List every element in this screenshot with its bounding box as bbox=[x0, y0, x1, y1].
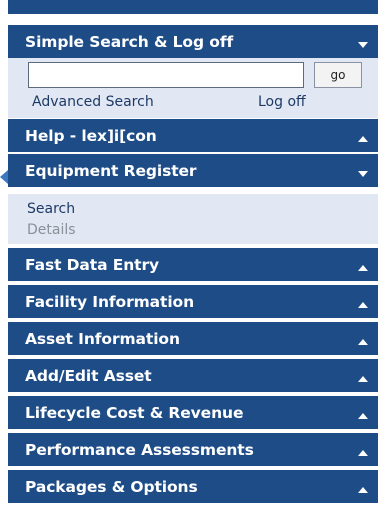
go-button[interactable]: go bbox=[314, 62, 362, 88]
chevron-up-icon[interactable] bbox=[358, 135, 368, 143]
top-strip bbox=[8, 0, 378, 15]
section-header-label: Help - lex]i[con bbox=[25, 127, 157, 145]
section-header-lifecycle-cost-revenue[interactable]: Lifecycle Cost & Revenue bbox=[8, 395, 378, 429]
section-header-label: Asset Information bbox=[25, 330, 180, 348]
chevron-up-icon[interactable] bbox=[358, 301, 368, 309]
simple-search-header-label: Simple Search & Log off bbox=[25, 33, 234, 51]
chevron-down-icon[interactable] bbox=[358, 170, 368, 178]
chevron-down-icon[interactable] bbox=[358, 41, 368, 49]
section-header-fast-data-entry[interactable]: Fast Data Entry bbox=[8, 247, 378, 281]
section-header-equipment-register[interactable]: Equipment Register bbox=[8, 153, 378, 187]
simple-search-panel: go Advanced Search Log off bbox=[8, 58, 378, 118]
section-header-label: Facility Information bbox=[25, 293, 195, 311]
chevron-up-icon[interactable] bbox=[358, 375, 368, 383]
section-header-add-edit-asset[interactable]: Add/Edit Asset bbox=[8, 358, 378, 392]
section-header-label: Performance Assessments bbox=[25, 441, 254, 459]
search-input[interactable] bbox=[28, 62, 304, 88]
section-header-performance-assessments[interactable]: Performance Assessments bbox=[8, 432, 378, 466]
section-header-packages-options[interactable]: Packages & Options bbox=[8, 469, 378, 503]
section-header-facility-information[interactable]: Facility Information bbox=[8, 284, 378, 318]
menu-item-search[interactable]: Search bbox=[27, 201, 75, 217]
chevron-up-icon[interactable] bbox=[358, 412, 368, 420]
selection-marker bbox=[0, 170, 8, 184]
chevron-up-icon[interactable] bbox=[358, 449, 368, 457]
chevron-up-icon[interactable] bbox=[358, 264, 368, 272]
section-header-label: Packages & Options bbox=[25, 478, 198, 496]
section-header-label: Lifecycle Cost & Revenue bbox=[25, 404, 244, 422]
section-header-help[interactable]: Help - lex]i[con bbox=[8, 118, 378, 152]
section-header-label: Fast Data Entry bbox=[25, 256, 160, 274]
log-off-link[interactable]: Log off bbox=[258, 94, 306, 110]
simple-search-header[interactable]: Simple Search & Log off bbox=[8, 24, 378, 58]
chevron-up-icon[interactable] bbox=[358, 338, 368, 346]
section-header-label: Equipment Register bbox=[25, 162, 197, 180]
equipment-register-panel: Search Details bbox=[8, 194, 378, 244]
section-header-asset-information[interactable]: Asset Information bbox=[8, 321, 378, 355]
menu-item-details: Details bbox=[27, 222, 76, 238]
advanced-search-link[interactable]: Advanced Search bbox=[32, 94, 154, 110]
section-header-label: Add/Edit Asset bbox=[25, 367, 152, 385]
chevron-up-icon[interactable] bbox=[358, 486, 368, 494]
